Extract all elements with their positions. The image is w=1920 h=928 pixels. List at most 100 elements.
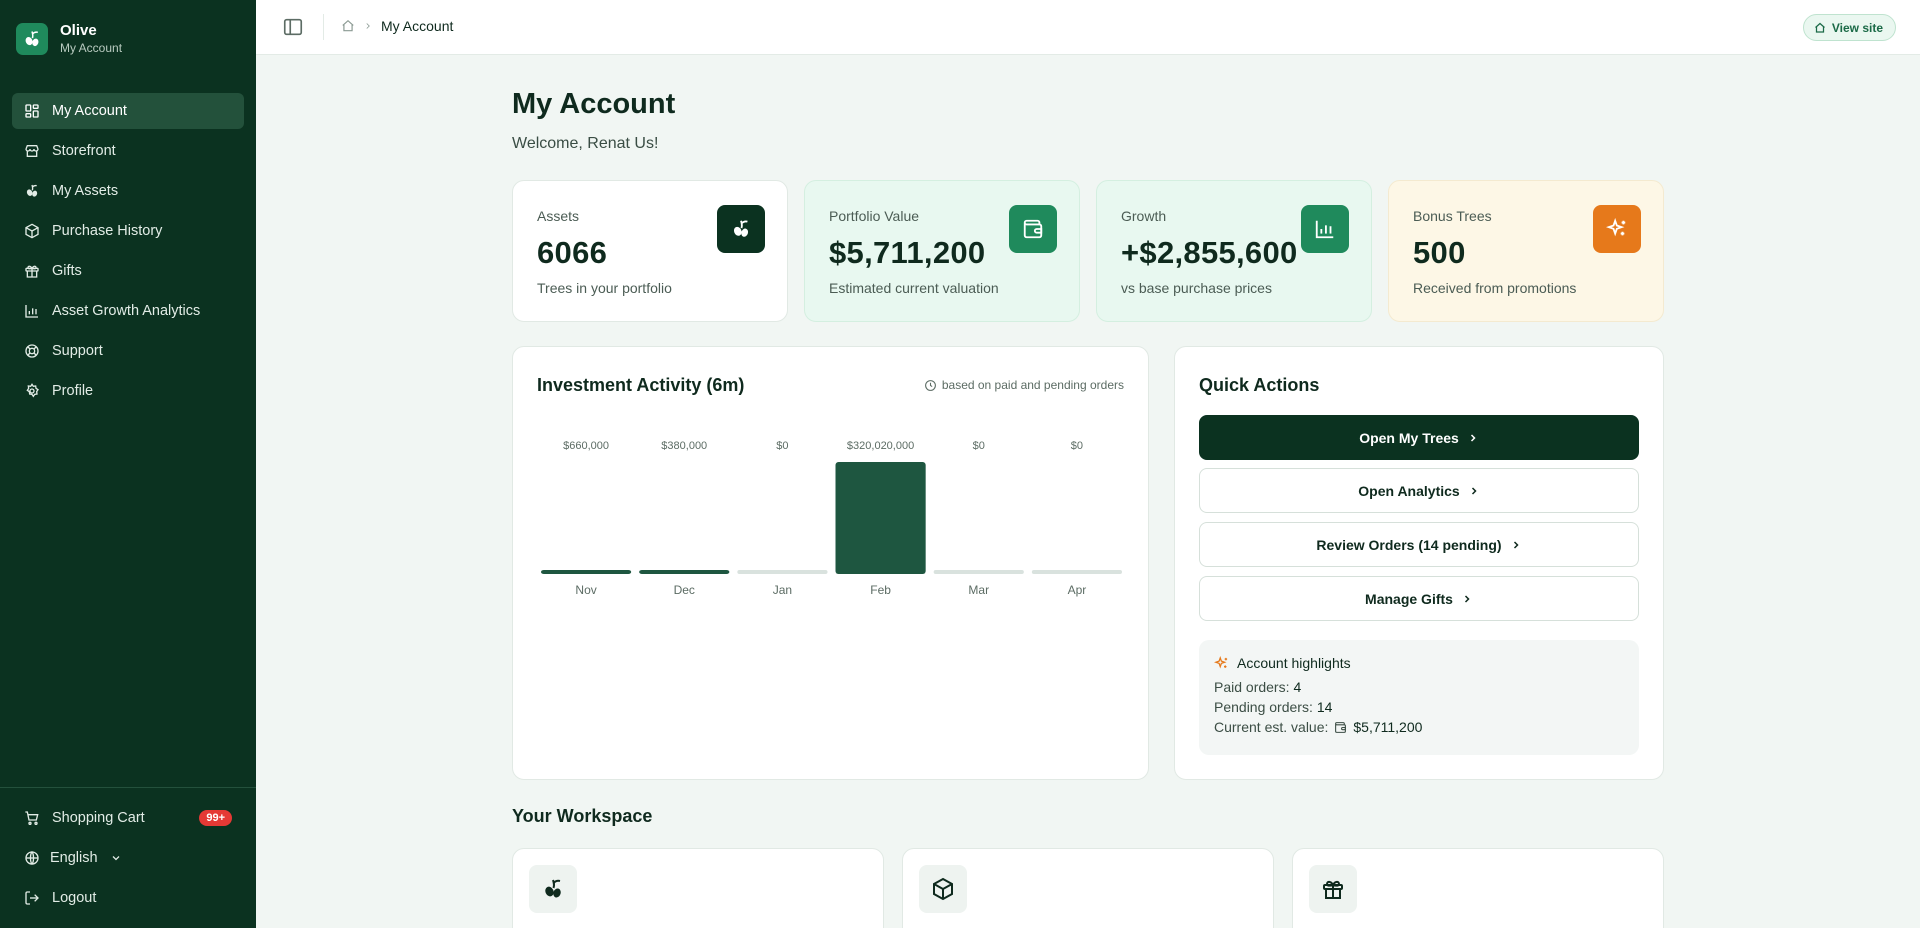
stat-subtext: vs base purchase prices bbox=[1121, 280, 1272, 296]
chevron-right-icon bbox=[1471, 486, 1477, 495]
sidebar-item-my-account[interactable]: My Account bbox=[12, 93, 244, 129]
sidebar-item-label: Shopping Cart bbox=[52, 810, 145, 826]
globe-icon bbox=[25, 851, 39, 865]
chart-note: based on paid and pending orders bbox=[924, 378, 1124, 392]
sidebar-bottom: Shopping Cart 99+ English Logout bbox=[12, 800, 244, 920]
language-selector[interactable]: English bbox=[12, 840, 244, 876]
sidebar-item-label: Asset Growth Analytics bbox=[52, 303, 201, 319]
open-my-trees-button[interactable]: Open My Trees bbox=[1199, 415, 1639, 460]
app-subtitle: My Account bbox=[60, 41, 123, 55]
quick-actions-title: Quick Actions bbox=[1199, 375, 1320, 395]
bar-value-label: $0 bbox=[1071, 440, 1083, 452]
home-icon[interactable] bbox=[341, 19, 355, 33]
sidebar-item-label: Logout bbox=[52, 890, 97, 906]
lifebuoy-icon bbox=[25, 344, 39, 358]
sidebar-item-label: Storefront bbox=[52, 143, 116, 159]
brand[interactable]: Olive My Account bbox=[16, 22, 122, 56]
stat-subtext: Received from promotions bbox=[1413, 280, 1577, 296]
cart-icon bbox=[25, 811, 39, 825]
olive-icon bbox=[26, 184, 38, 197]
chevron-down-icon bbox=[112, 856, 120, 861]
workspace-card-gifts[interactable] bbox=[1292, 848, 1664, 928]
bar-track bbox=[933, 570, 1024, 574]
sidebar-item-storefront[interactable]: Storefront bbox=[12, 133, 244, 169]
paid-orders-value: 4 bbox=[1293, 679, 1302, 695]
stat-value: $5,711,200 bbox=[829, 235, 986, 270]
wallet-icon bbox=[1335, 721, 1347, 733]
button-label: Open My Trees bbox=[1359, 429, 1459, 446]
dashboard-icon bbox=[25, 104, 39, 118]
topbar-divider bbox=[323, 14, 324, 40]
olive-icon bbox=[717, 205, 765, 253]
x-tick-label: Dec bbox=[674, 583, 695, 597]
bar-chart-icon bbox=[1301, 205, 1349, 253]
workspace-card-orders[interactable] bbox=[902, 848, 1274, 928]
stat-card-portfolio-value: Portfolio Value $5,711,200 Estimated cur… bbox=[804, 180, 1080, 322]
pending-orders-label: Pending orders: bbox=[1214, 699, 1313, 715]
current-value-label: Current est. value: bbox=[1214, 719, 1329, 735]
sidebar-item-my-assets[interactable]: My Assets bbox=[12, 173, 244, 209]
gear-icon bbox=[26, 383, 39, 398]
sidebar-item-asset-growth-analytics[interactable]: Asset Growth Analytics bbox=[12, 293, 244, 329]
sidebar-nav: My Account Storefront My Assets Purchase… bbox=[12, 93, 244, 413]
welcome-message: Welcome, Renat Us! bbox=[512, 135, 659, 152]
sidebar-item-profile[interactable]: Profile bbox=[12, 373, 244, 409]
sidebar-item-label: My Assets bbox=[52, 183, 119, 199]
stat-label: Portfolio Value bbox=[829, 208, 920, 224]
bar-dec[interactable] bbox=[639, 570, 730, 574]
sidebar-item-label: Support bbox=[52, 343, 103, 359]
sidebar-item-shopping-cart[interactable]: Shopping Cart 99+ bbox=[12, 800, 244, 836]
chevron-right-icon bbox=[1470, 433, 1476, 442]
stat-card-bonus-trees: Bonus Trees 500 Received from promotions bbox=[1388, 180, 1664, 322]
stat-label: Growth bbox=[1121, 208, 1167, 224]
x-tick-label: Nov bbox=[575, 583, 596, 597]
x-tick-label: Jan bbox=[773, 583, 792, 597]
language-label: English bbox=[50, 850, 98, 866]
bar-feb[interactable] bbox=[835, 462, 926, 574]
pending-orders-value: 14 bbox=[1316, 699, 1333, 715]
stat-value: 500 bbox=[1413, 235, 1466, 270]
stat-label: Assets bbox=[537, 208, 580, 224]
paid-orders-label: Paid orders: bbox=[1214, 679, 1290, 695]
review-orders-button[interactable]: Review Orders (14 pending) bbox=[1199, 522, 1639, 567]
x-tick-label: Mar bbox=[968, 583, 989, 597]
bar-track bbox=[737, 570, 828, 574]
highlights-header: Account highlights bbox=[1214, 655, 1624, 671]
manage-gifts-button[interactable]: Manage Gifts bbox=[1199, 576, 1639, 621]
olive-logo-icon bbox=[16, 23, 48, 55]
investment-bar-chart: $660,000 Nov $380,000 Dec $0 Jan $320,020,000 F… bbox=[541, 440, 1122, 597]
workspace-card-trees[interactable] bbox=[512, 848, 884, 928]
sidebar-item-support[interactable]: Support bbox=[12, 333, 244, 369]
bar-chart-icon bbox=[25, 305, 38, 318]
sidebar-item-logout[interactable]: Logout bbox=[12, 880, 244, 916]
view-site-label: View site bbox=[1831, 20, 1883, 35]
sidebar-toggle-icon[interactable] bbox=[282, 16, 304, 38]
x-tick-label: Feb bbox=[870, 583, 891, 597]
quick-actions-card: Quick Actions Open My Trees Open Analyti… bbox=[1174, 346, 1664, 780]
cart-count-badge: 99+ bbox=[199, 810, 232, 826]
sidebar-item-purchase-history[interactable]: Purchase History bbox=[12, 213, 244, 249]
stat-subtext: Estimated current valuation bbox=[829, 280, 999, 296]
page-title: My Account bbox=[512, 88, 676, 120]
wallet-icon bbox=[1009, 205, 1057, 253]
store-icon bbox=[25, 145, 39, 157]
sidebar: Olive My Account My Account Storefront M… bbox=[0, 0, 256, 928]
stat-card-growth: Growth +$2,855,600 vs base purchase pric… bbox=[1096, 180, 1372, 322]
stat-subtext: Trees in your portfolio bbox=[537, 280, 672, 296]
bar-value-label: $380,000 bbox=[661, 440, 707, 452]
bar-value-label: $660,000 bbox=[563, 440, 609, 452]
gift-icon bbox=[25, 265, 39, 278]
chevron-right-icon bbox=[366, 23, 370, 29]
open-analytics-button[interactable]: Open Analytics bbox=[1199, 468, 1639, 513]
bar-track bbox=[1031, 570, 1122, 574]
bar-nov[interactable] bbox=[541, 570, 632, 574]
sidebar-divider bbox=[0, 787, 256, 788]
sidebar-item-gifts[interactable]: Gifts bbox=[12, 253, 244, 289]
stat-value: +$2,855,600 bbox=[1121, 235, 1298, 270]
paid-orders-row: Paid orders: 4 bbox=[1214, 677, 1624, 697]
sparkles-icon bbox=[1214, 655, 1228, 669]
view-site-button[interactable]: View site bbox=[1802, 14, 1896, 41]
workspace-title: Your Workspace bbox=[512, 806, 653, 826]
current-value-row: Current est. value: $5,711,200 bbox=[1214, 717, 1624, 737]
chart-note-text: based on paid and pending orders bbox=[941, 378, 1124, 392]
